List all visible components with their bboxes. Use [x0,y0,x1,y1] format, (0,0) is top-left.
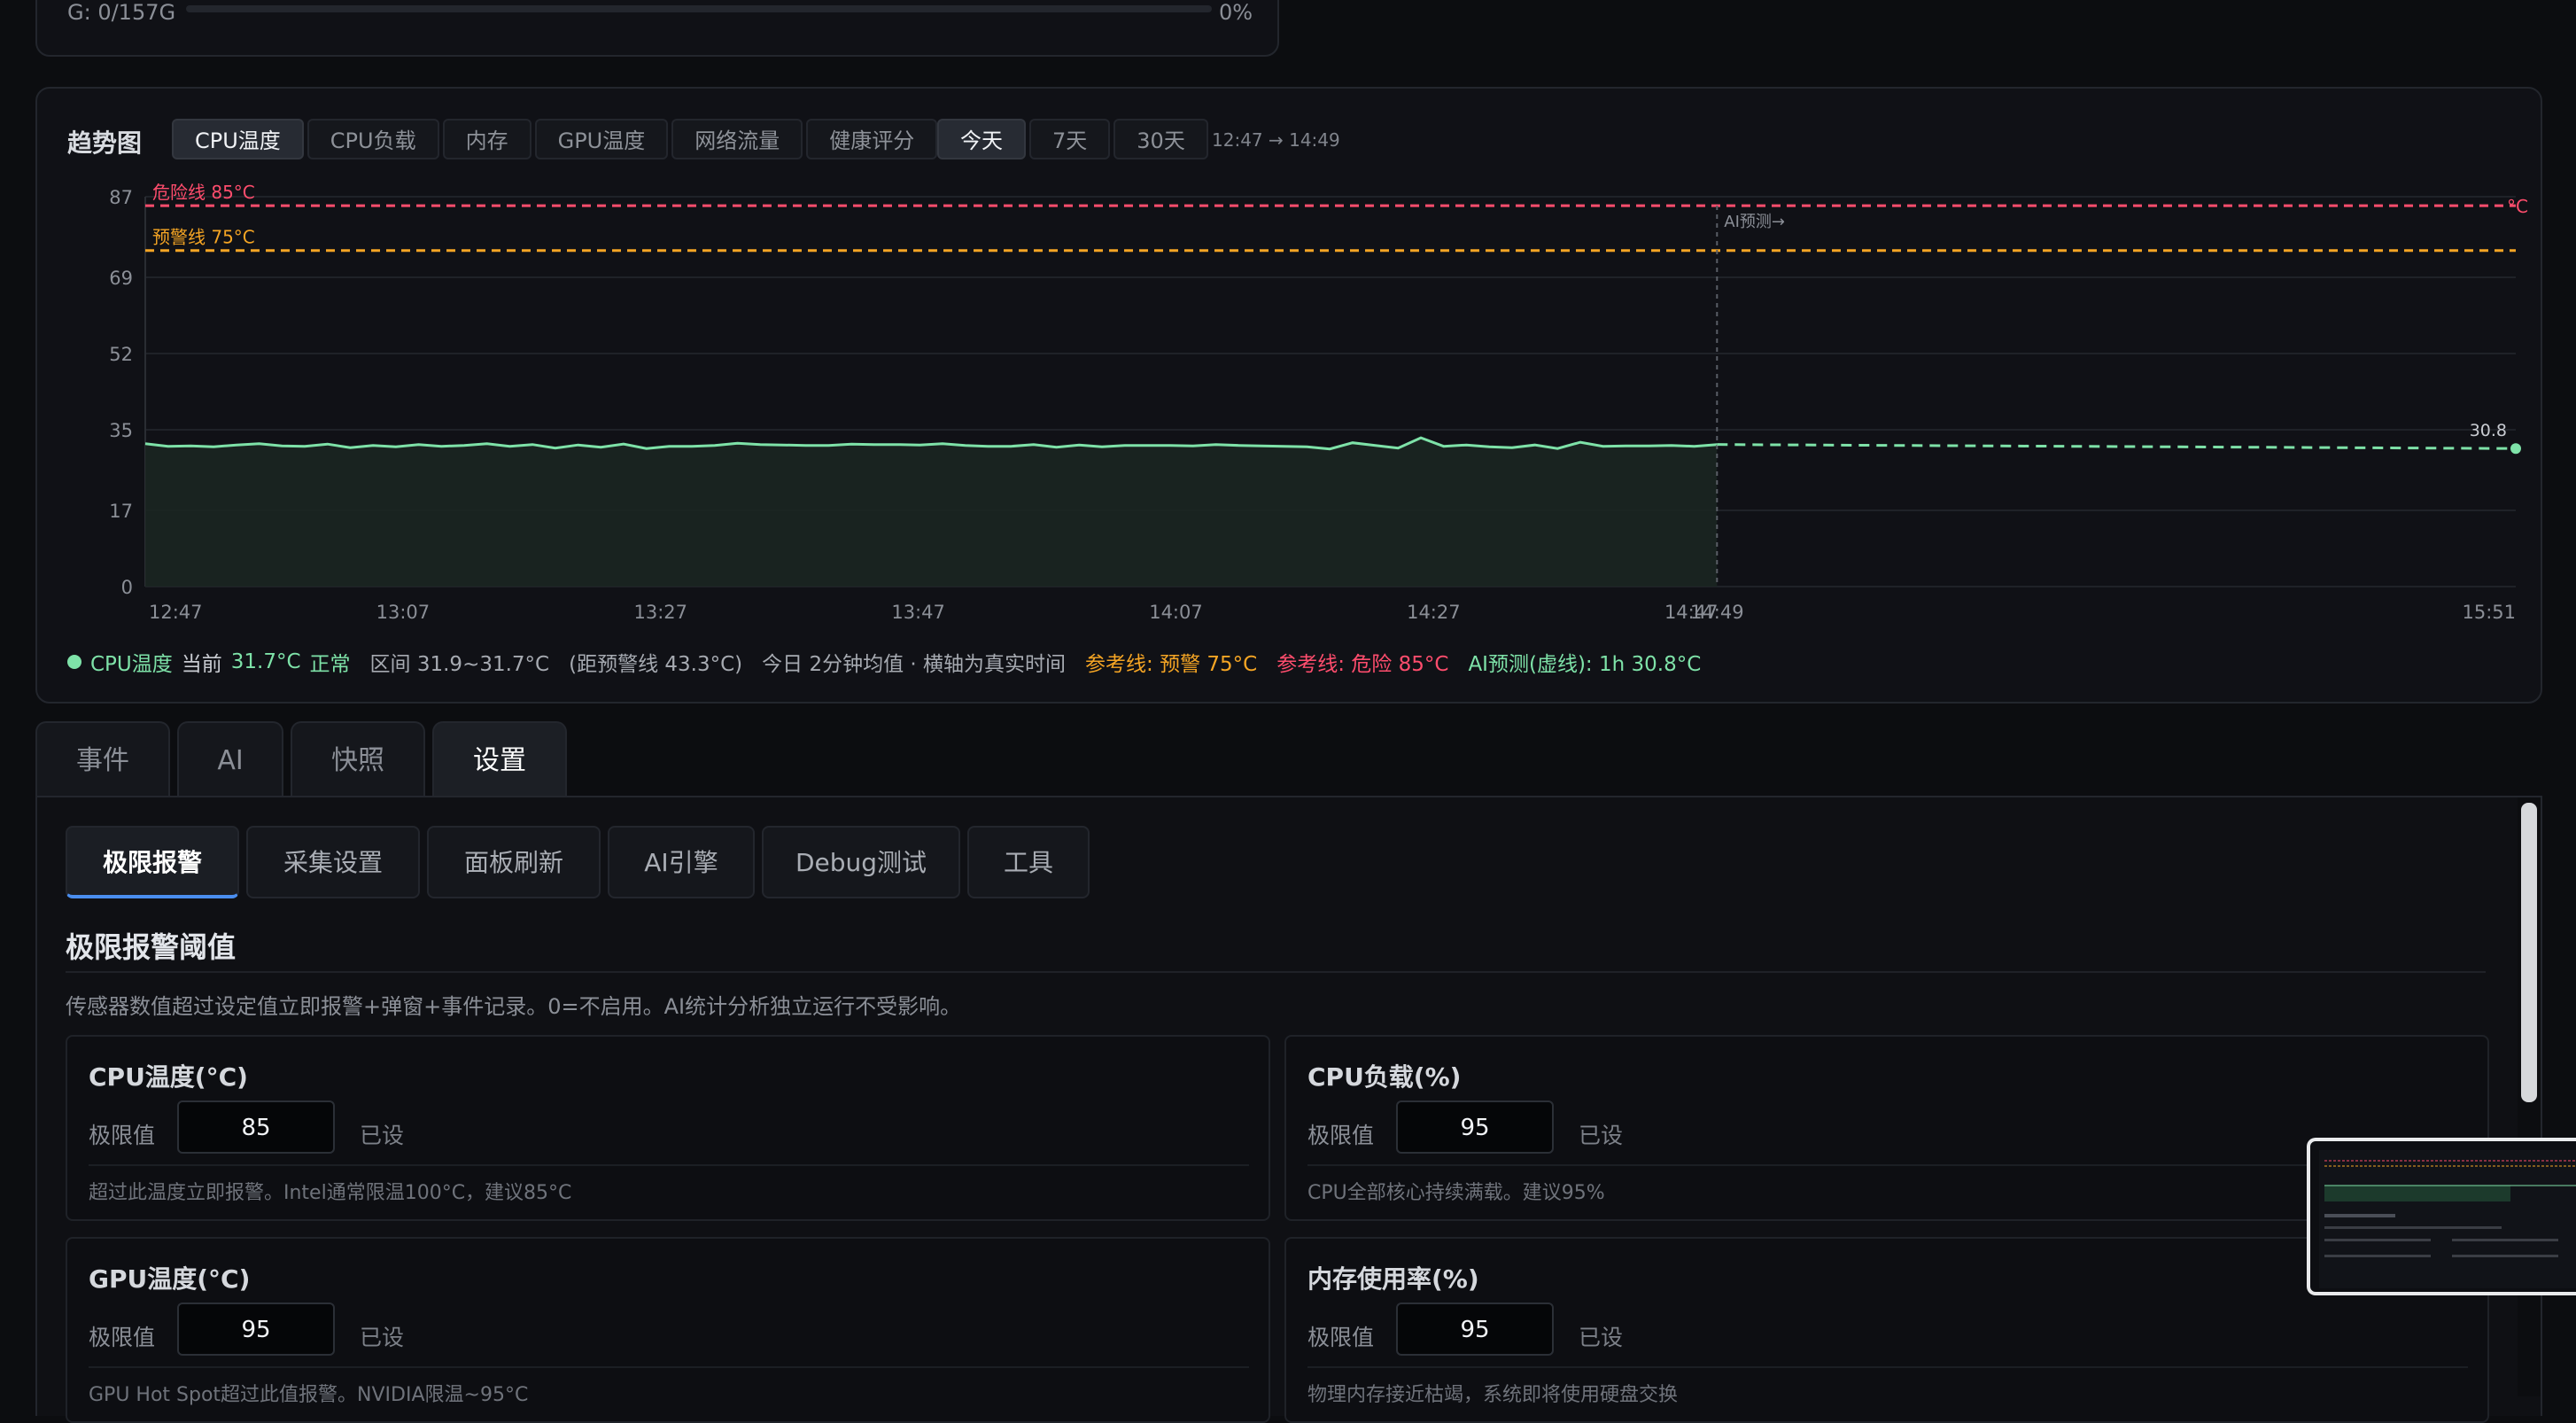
minimap-preview [2319,1150,2576,1288]
subtab-debug[interactable]: Debug测试 [762,826,960,898]
x-tick-label: 13:07 [376,602,431,623]
scrollbar-thumb[interactable] [2521,803,2537,1102]
y-tick-label: 35 [109,420,133,441]
set-label: 已设 [1579,1325,1624,1350]
limit-label: 极限值 [1307,1325,1375,1350]
forecast-end-point [2510,443,2521,455]
legend-current-value: 31.7°C [230,650,301,673]
cpu-temp-limit-input[interactable]: 85 [177,1100,335,1154]
limit-label: 极限值 [89,1123,156,1148]
chart-legend: CPU温度 当前 31.7°C 正常 区间 31.9~31.7°C (距预警线 … [67,647,1720,677]
card-title: CPU温度(°C) [89,1062,248,1092]
disk-label: G: 0/157G [67,0,176,25]
gpu-temp-limit-input[interactable]: 95 [177,1302,335,1356]
card-divider [89,1164,1249,1166]
tab-ai[interactable]: AI [177,721,283,799]
y-tick-label: 52 [109,344,133,365]
cpu-load-limit-input[interactable]: 95 [1396,1100,1554,1154]
set-label: 已设 [360,1325,405,1350]
x-tick-label: 14:27 [1407,602,1461,623]
legend-series: CPU温度 [90,653,173,676]
y-tick-label: 69 [109,268,133,289]
series-area [145,438,1718,587]
trend-panel: 趋势图 CPU温度 CPU负载 内存 GPU温度 网络流量 健康评分 今天 7天… [35,87,2542,704]
set-label: 已设 [1579,1123,1624,1148]
page-minimap[interactable] [2307,1138,2576,1295]
legend-distance: (距预警线 43.3°C) [569,653,743,676]
legend-ref-warn: 参考线: 预警 75°C [1085,653,1258,676]
tab-events[interactable]: 事件 [35,721,170,799]
card-divider [1307,1366,2468,1368]
legend-ref-danger: 参考线: 危险 85°C [1276,653,1449,676]
y-tick-label: 87 [109,187,133,208]
x-tick-label: 14:49 [1690,602,1744,623]
y-tick-label: 0 [121,577,133,598]
legend-interval: 区间 31.9~31.7°C [369,653,550,676]
set-label: 已设 [360,1123,405,1148]
section-desc: 传感器数值超过设定值立即报警+弹窗+事件记录。0=不启用。AI统计分析独立运行不… [66,994,962,1019]
card-gpu-temp: GPU温度(°C) 极限值 95 已设 GPU Hot Spot超过此值报警。N… [66,1237,1270,1423]
disk-percent: 0% [1219,0,1253,25]
card-hint: 物理内存接近枯竭，系统即将使用硬盘交换 [1307,1384,1679,1406]
subtab-refresh[interactable]: 面板刷新 [427,826,601,898]
card-hint: CPU全部核心持续满载。建议95% [1307,1182,1605,1204]
card-hint: GPU Hot Spot超过此值报警。NVIDIA限温~95°C [89,1384,529,1406]
x-tick-label: 12:47 [149,602,203,623]
ai-marker-label: AI预测→ [1724,213,1785,231]
series-line-ai-forecast [1717,443,2517,450]
subtab-limit-alarm[interactable]: 极限报警 [66,826,239,898]
subtab-collect[interactable]: 采集设置 [246,826,420,898]
danger-line-unit: °C [2507,196,2528,217]
limit-label: 极限值 [89,1325,156,1350]
disk-panel: G: 0/157G 0% [35,0,1279,57]
card-divider [89,1366,1249,1368]
limit-label: 极限值 [1307,1123,1375,1148]
card-divider [1307,1164,2468,1166]
x-tick-label: 13:27 [633,602,687,623]
disk-usage-bar [186,5,1212,12]
trend-chart: 87 69 52 35 17 0 12:47 13:07 13:27 13:47 14:07 14:2… [109,182,2528,623]
card-title: GPU温度(°C) [89,1264,251,1294]
forecast-end-label: 30.8 [2470,421,2507,440]
card-title: 内存使用率(%) [1307,1264,1479,1294]
section-divider [66,971,2486,973]
x-tick-label: 14:07 [1149,602,1203,623]
card-title: CPU负载(%) [1307,1062,1462,1092]
danger-line-label: 危险线 85°C [152,182,255,203]
legend-ai: AI预测(虚线): 1h 30.8°C [1468,653,1702,676]
legend-current-label: 当前 [181,653,222,676]
subtab-tools[interactable]: 工具 [967,826,1090,898]
y-tick-label: 17 [109,501,133,522]
subtab-ai-engine[interactable]: AI引擎 [608,826,755,898]
series-dot-icon [67,655,81,669]
memory-limit-input[interactable]: 95 [1396,1302,1554,1356]
x-tick-label: 15:51 [2462,602,2516,623]
warn-line-label: 预警线 75°C [152,227,255,248]
card-cpu-temp: CPU温度(°C) 极限值 85 已设 超过此温度立即报警。Intel通常限温1… [66,1035,1270,1221]
minimap-preview-image [2319,1150,2576,1288]
section-title: 极限报警阈值 [66,930,237,964]
legend-note: 今日 2分钟均值 · 横轴为真实时间 [762,653,1067,676]
x-tick-label: 13:47 [891,602,945,623]
tab-settings[interactable]: 设置 [432,721,567,799]
legend-status: 正常 [309,653,351,676]
tab-snapshot[interactable]: 快照 [291,721,425,799]
card-hint: 超过此温度立即报警。Intel通常限温100°C，建议85°C [89,1182,572,1204]
